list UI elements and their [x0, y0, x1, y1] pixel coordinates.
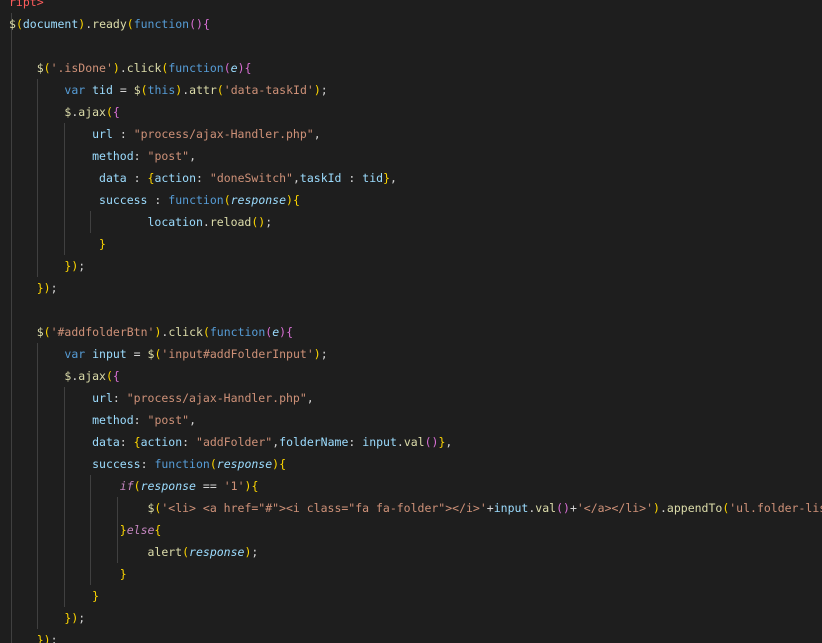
code-line[interactable]: success: function(response){: [0, 453, 822, 475]
code-line[interactable]: data: {action: "addFolder",folderName: i…: [0, 431, 822, 453]
code-line[interactable]: success : function(response){: [0, 189, 822, 211]
code-line[interactable]: });: [0, 607, 822, 629]
code-line[interactable]: $.ajax({: [0, 101, 822, 123]
code-line[interactable]: }: [0, 585, 822, 607]
code-line[interactable]: var tid = $(this).attr('data-taskId');: [0, 79, 822, 101]
code-line[interactable]: ript>: [0, 0, 822, 13]
code-line[interactable]: }: [0, 563, 822, 585]
code-line[interactable]: if(response == '1'){: [0, 475, 822, 497]
code-line[interactable]: method: "post",: [0, 409, 822, 431]
code-line[interactable]: alert(response);: [0, 541, 822, 563]
code-line[interactable]: url : "process/ajax-Handler.php",: [0, 123, 822, 145]
code-line[interactable]: });: [0, 629, 822, 643]
code-line[interactable]: $.ajax({: [0, 365, 822, 387]
code-line[interactable]: [0, 299, 822, 321]
code-line[interactable]: url: "process/ajax-Handler.php",: [0, 387, 822, 409]
code-line[interactable]: });: [0, 255, 822, 277]
code-line[interactable]: location.reload();: [0, 211, 822, 233]
code-line[interactable]: $('#addfolderBtn').click(function(e){: [0, 321, 822, 343]
code-line[interactable]: }: [0, 233, 822, 255]
code-line[interactable]: method: "post",: [0, 145, 822, 167]
code-line[interactable]: data : {action: "doneSwitch",taskId : ti…: [0, 167, 822, 189]
code-line[interactable]: var input = $('input#addFolderInput');: [0, 343, 822, 365]
code-line[interactable]: });: [0, 277, 822, 299]
code-line[interactable]: [0, 35, 822, 57]
code-line[interactable]: $('.isDone').click(function(e){: [0, 57, 822, 79]
code-editor[interactable]: ript> $(document).ready(function(){ $('.i…: [0, 0, 822, 643]
code-line[interactable]: $(document).ready(function(){: [0, 13, 822, 35]
code-line[interactable]: }else{: [0, 519, 822, 541]
code-line[interactable]: $('<li> <a href="#"><i class="fa fa-fold…: [0, 497, 822, 519]
